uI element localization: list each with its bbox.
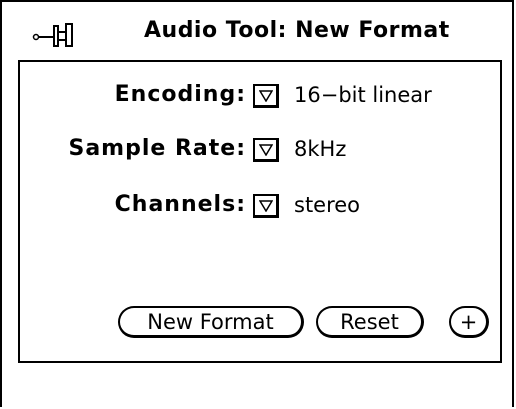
sample-rate-label: Sample Rate:	[68, 136, 246, 161]
reset-button[interactable]: Reset	[316, 306, 424, 338]
encoding-label: Encoding:	[114, 82, 246, 107]
triangle-down-icon	[259, 90, 273, 102]
channels-row: Channels: stereo	[20, 186, 500, 226]
pushpin-icon[interactable]	[32, 20, 102, 48]
encoding-menu-button[interactable]	[253, 84, 279, 108]
triangle-down-icon	[259, 144, 273, 156]
format-panel: Encoding: 16−bit linear Sample Rate: 8kH…	[18, 60, 502, 363]
channels-menu-button[interactable]	[253, 194, 279, 218]
channels-label: Channels:	[114, 192, 246, 217]
dialog-window: Audio Tool: New Format Encoding: 16−bit …	[0, 0, 514, 407]
sample-rate-menu-button[interactable]	[253, 138, 279, 162]
plus-button[interactable]: +	[449, 306, 489, 338]
triangle-down-icon	[259, 200, 273, 212]
new-format-button[interactable]: New Format	[118, 306, 304, 338]
title-bar[interactable]: Audio Tool: New Format	[4, 4, 514, 60]
encoding-row: Encoding: 16−bit linear	[20, 76, 500, 116]
encoding-value: 16−bit linear	[294, 83, 432, 107]
channels-value: stereo	[294, 193, 361, 217]
sample-rate-row: Sample Rate: 8kHz	[20, 130, 500, 170]
window-title: Audio Tool: New Format	[144, 18, 450, 43]
sample-rate-value: 8kHz	[294, 137, 347, 161]
